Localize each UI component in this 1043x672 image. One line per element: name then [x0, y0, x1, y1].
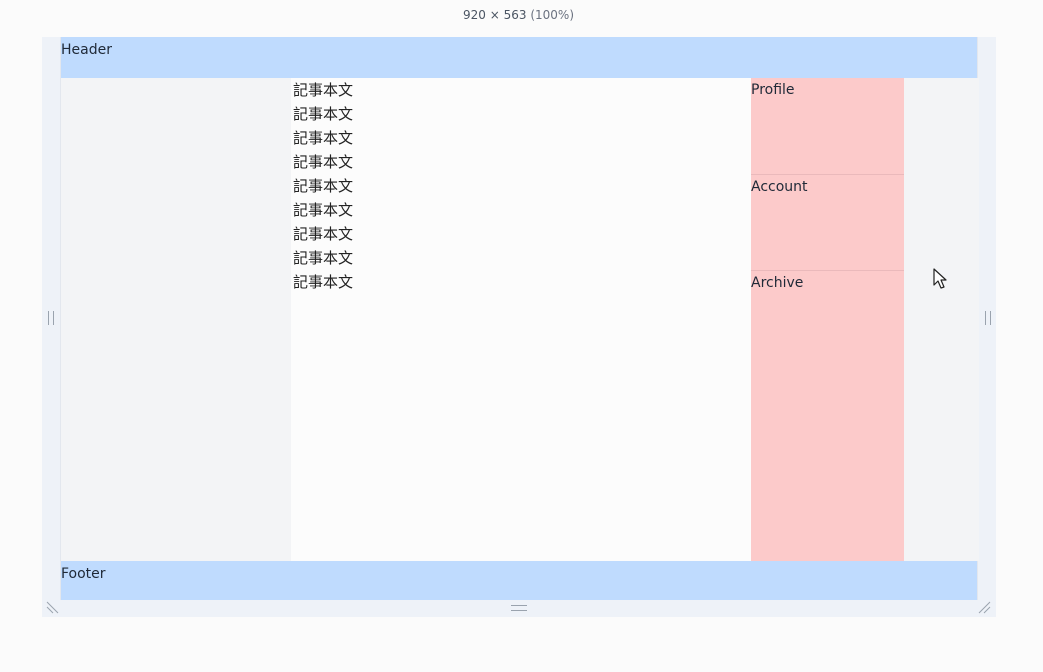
resize-handle-left-icon[interactable]: [48, 311, 54, 325]
resize-corner-bottom-left-icon[interactable]: [45, 600, 59, 614]
nav-item-label: Account: [751, 179, 808, 195]
nav-item-profile[interactable]: Profile: [751, 78, 904, 175]
article-line: 記事本文: [293, 201, 354, 219]
header-label: Header: [61, 42, 112, 58]
page-header: Header: [61, 37, 977, 78]
article-line: 記事本文: [293, 225, 354, 243]
mouse-cursor-icon: [933, 268, 947, 289]
left-sidebar: [61, 78, 291, 561]
main-article: 記事本文 記事本文 記事本文 記事本文 記事本文 記事本文 記事本文 記事本文 …: [291, 78, 751, 561]
article-line: 記事本文: [293, 249, 354, 267]
viewport-size-readout: 920 × 563 (100%): [0, 8, 1037, 22]
resize-handle-right-icon[interactable]: [985, 311, 991, 325]
article-line: 記事本文: [293, 129, 354, 147]
article-line: 記事本文: [293, 81, 354, 99]
right-nav: Profile Account Archive: [751, 78, 904, 561]
article-line: 記事本文: [293, 273, 354, 291]
article-line: 記事本文: [293, 177, 354, 195]
viewport-dimensions: 920 × 563: [463, 8, 527, 22]
nav-item-label: Profile: [751, 82, 795, 98]
resize-corner-bottom-right-icon[interactable]: [978, 600, 992, 614]
article-line: 記事本文: [293, 105, 354, 123]
nav-item-account[interactable]: Account: [751, 175, 904, 271]
article-line: 記事本文: [293, 153, 354, 171]
resize-handle-bottom-icon[interactable]: [511, 605, 527, 611]
nav-item-archive[interactable]: Archive: [751, 271, 904, 561]
right-gutter: [904, 78, 979, 561]
footer-label: Footer: [61, 566, 106, 582]
page-footer: Footer: [61, 561, 977, 600]
nav-item-label: Archive: [751, 275, 804, 291]
viewport-zoom: (100%): [530, 8, 574, 22]
page-viewport: Header 記事本文 記事本文 記事本文 記事本文 記事本文 記事本文 記事本…: [60, 37, 979, 600]
